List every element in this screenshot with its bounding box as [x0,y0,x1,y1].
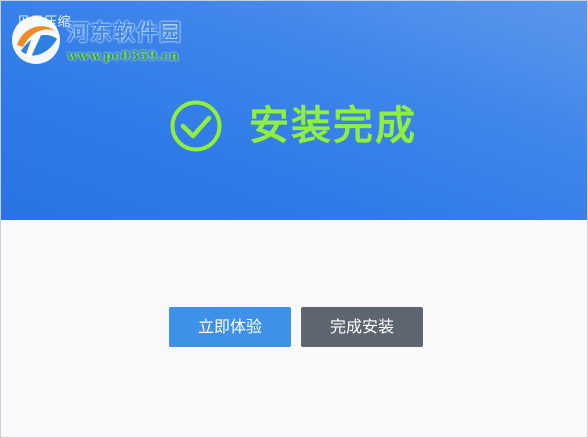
finish-install-button[interactable]: 完成安装 [301,307,423,347]
check-circle-icon [170,100,222,152]
completion-status: 安装完成 [169,99,417,153]
watermark-site-name: 河东软件园 [67,20,183,46]
site-logo-icon [12,16,60,64]
try-now-button[interactable]: 立即体验 [169,307,291,347]
header-banner: 贝贝压缩 河东软件园 www.pc0359.cn 安装完成 [1,1,587,220]
watermark-site-url: www.pc0359.cn [67,49,179,64]
installer-window: 贝贝压缩 河东软件园 www.pc0359.cn 安装完成 立即体验 完成安装 [0,0,588,438]
watermark: 河东软件园 www.pc0359.cn [9,11,219,69]
action-buttons: 立即体验 完成安装 [169,307,423,347]
completion-message: 安装完成 [249,103,417,149]
